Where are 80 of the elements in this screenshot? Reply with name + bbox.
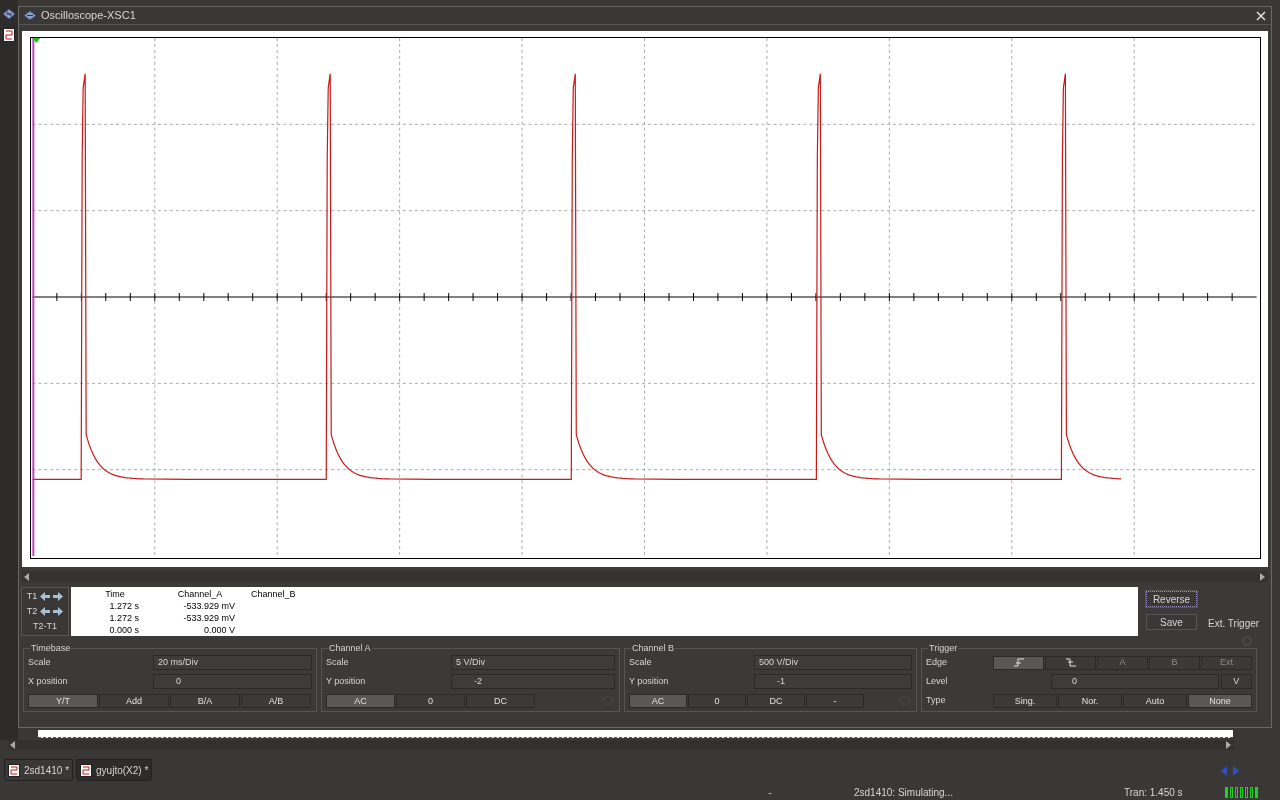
mode-button[interactable]: AC [629, 694, 687, 708]
status-text: Tran: 1.450 s [1123, 786, 1184, 800]
side-button[interactable]: Reverse [1146, 591, 1197, 607]
activity-indicator-icon [1225, 787, 1258, 798]
field-label: X position [28, 674, 69, 688]
right-arrow-button[interactable] [53, 591, 64, 602]
cursor-line[interactable] [32, 37, 35, 557]
ext-trigger-label: Ext. Trigger [1208, 617, 1260, 631]
type-button[interactable]: Sing. [993, 693, 1057, 708]
schematic-icon [8, 763, 20, 777]
mode-button[interactable]: B/A [170, 694, 240, 708]
app-icon[interactable] [2, 8, 16, 20]
mode-button[interactable]: Add [99, 694, 169, 708]
mode-button[interactable]: 0 [396, 694, 465, 708]
type-button[interactable]: None [1188, 693, 1252, 708]
field-label: Y position [326, 674, 367, 688]
input-field[interactable]: 5 V/Div [451, 655, 615, 670]
input-field[interactable]: -2 [451, 674, 615, 689]
left-arrow-button[interactable] [40, 606, 51, 617]
table-cell-text: 0.000 s [108, 624, 140, 636]
table-cell-text: -533.929 mV [182, 600, 236, 612]
scroll-right-icon[interactable] [1260, 572, 1266, 581]
mode-button[interactable]: DC [747, 694, 805, 708]
horizontal-scrollbar[interactable] [8, 740, 1234, 750]
cursor-label: T1 [26, 589, 38, 603]
input-field[interactable]: 500 V/Div [754, 655, 912, 670]
cursor-label: T2 [26, 604, 38, 618]
group-title: Channel A [328, 642, 372, 654]
scroll-left-icon[interactable] [24, 572, 30, 581]
close-button[interactable] [1255, 9, 1267, 22]
group-title: Trigger [928, 642, 959, 654]
app-icon [23, 10, 37, 21]
input-field[interactable]: 0 [1050, 674, 1219, 689]
column-header: Time [104, 588, 126, 600]
scroll-left-icon[interactable] [10, 741, 16, 749]
status-text: - [767, 786, 773, 800]
window-title: Oscilloscope-XSC1 [41, 8, 137, 24]
field-label: Level [926, 674, 949, 688]
field-label: Scale [629, 655, 653, 669]
input-field[interactable]: 20 ms/Div [153, 655, 312, 670]
mode-button[interactable]: 0 [688, 694, 746, 708]
document-tab[interactable]: 2sd1410 * [4, 759, 74, 781]
schematic-icon[interactable] [3, 28, 15, 42]
group-title: Timebase [30, 642, 72, 654]
field-label: Scale [326, 655, 350, 669]
field-label: Y position [629, 674, 670, 688]
falling-edge-icon [1065, 658, 1076, 667]
trigger-marker-icon[interactable] [32, 38, 41, 43]
table-cell-text: 1.272 s [108, 612, 140, 624]
mode-button[interactable]: - [806, 694, 864, 708]
type-button[interactable]: Nor. [1058, 693, 1122, 708]
input-field[interactable]: 0 [153, 674, 312, 689]
field-label: Edge [926, 655, 949, 669]
document-tab[interactable]: gyujto(X2) * [76, 759, 153, 781]
column-header: Channel_A [176, 588, 224, 600]
group-title: Channel B [631, 642, 676, 654]
right-arrow-button[interactable] [53, 606, 64, 617]
horizontal-scrollbar[interactable] [22, 571, 1268, 582]
mode-button[interactable]: Y/T [28, 694, 98, 708]
input-field[interactable]: -1 [754, 674, 912, 689]
edge-button[interactable] [993, 655, 1044, 670]
mode-button[interactable]: A/B [241, 694, 311, 708]
side-button[interactable]: Save [1146, 614, 1197, 630]
edge-button[interactable] [1045, 655, 1096, 670]
status-text: 2sd1410: Simulating... [853, 786, 954, 800]
cursor-label: T2-T1 [33, 619, 57, 633]
unit-button[interactable]: V [1220, 674, 1252, 689]
mode-button[interactable]: DC [466, 694, 535, 708]
field-label: Type [926, 693, 947, 707]
field-label: Scale [28, 655, 52, 669]
mode-button[interactable]: AC [326, 694, 395, 708]
column-header: Channel_B [251, 588, 297, 600]
rising-edge-icon [1013, 658, 1024, 667]
left-arrow-button[interactable] [40, 591, 51, 602]
schematic-icon [80, 763, 93, 777]
scroll-right-icon[interactable] [1226, 741, 1232, 749]
table-cell-text: 1.272 s [108, 600, 140, 612]
table-cell-text: 0.000 V [202, 624, 236, 636]
table-cell-text: -533.929 mV [182, 612, 236, 624]
type-button[interactable]: Auto [1123, 693, 1187, 708]
